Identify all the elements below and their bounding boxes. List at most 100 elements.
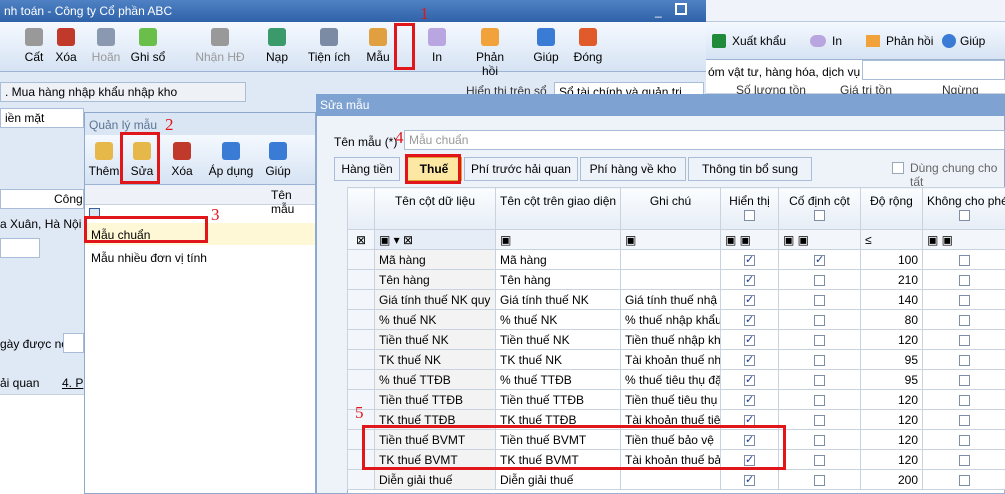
fixed-checkbox[interactable] <box>814 414 825 426</box>
fixed-checkbox[interactable] <box>814 334 825 346</box>
cell-visible[interactable] <box>720 289 779 310</box>
cell-disallow[interactable] <box>922 249 1005 270</box>
feedback-button[interactable]: Phản hồi <box>886 34 933 48</box>
table-row[interactable]: Tiền thuế NK Tiền thuế NK Tiền thuế nhập k… <box>347 329 1005 350</box>
table-row[interactable]: % thuế NK% thuế NK% thuế nhập khẩu80 <box>347 309 1005 330</box>
cell-disallow[interactable] <box>922 329 1005 350</box>
cell-visible[interactable] <box>720 309 779 330</box>
cell-disallow[interactable] <box>922 469 1005 490</box>
cell-fixed[interactable] <box>778 349 861 370</box>
cell-note[interactable] <box>620 269 721 290</box>
disallow-checkbox[interactable] <box>958 254 970 266</box>
table-row[interactable]: Mã hàngMã hàng 100 <box>347 249 1005 270</box>
load-button[interactable]: Nạp <box>255 26 299 70</box>
cell-ui-column[interactable]: Tiền thuế TTĐB <box>495 389 621 410</box>
cell-disallow[interactable] <box>922 349 1005 370</box>
delete-button[interactable]: Xóa <box>44 26 88 70</box>
table-row[interactable]: Tên hàngTên hàng 210 <box>347 269 1005 290</box>
cell-ui-column[interactable]: Mã hàng <box>495 249 621 270</box>
cell-fixed[interactable] <box>778 309 861 330</box>
undo-button[interactable]: Hoãn <box>84 26 128 70</box>
cell-disallow[interactable] <box>922 269 1005 290</box>
tab-customs[interactable]: ải quan <box>0 376 39 390</box>
cell-fixed[interactable] <box>778 389 861 410</box>
cell-visible[interactable] <box>720 329 779 350</box>
cell-ui-column[interactable]: % thuế NK <box>495 309 621 330</box>
cell-visible[interactable] <box>720 369 779 390</box>
visible-checkbox[interactable] <box>744 473 755 486</box>
table-row[interactable]: Diễn giải thuếDiễn giải thuế 200 <box>347 469 1005 490</box>
tab-pre-customs-fee[interactable]: Phí trước hải quan <box>464 157 578 181</box>
cell-width[interactable]: 120 <box>860 329 923 350</box>
filter-cell[interactable]: ≤ <box>860 229 923 250</box>
utilities-button[interactable]: Tiện ích <box>302 26 356 70</box>
cell-ui-column[interactable]: TK thuế NK <box>495 349 621 370</box>
fixed-checkbox[interactable] <box>814 374 825 386</box>
cell-width[interactable]: 120 <box>860 389 923 410</box>
visible-checkbox[interactable] <box>744 393 755 406</box>
cell-note[interactable]: Tiền thuế nhập kh <box>620 329 721 350</box>
filter-clear-icon[interactable]: ⊠ <box>347 229 375 250</box>
cell-fixed[interactable] <box>778 289 861 310</box>
cell-disallow[interactable] <box>922 429 1005 450</box>
tab-extra-info[interactable]: Thông tin bổ sung <box>688 157 812 181</box>
fixed-checkbox[interactable] <box>814 354 825 366</box>
cell-visible[interactable] <box>720 469 779 490</box>
feedback-button[interactable]: Phản hồi <box>468 26 512 78</box>
export-button[interactable]: Xuất khẩu <box>732 34 786 48</box>
visible-all-checkbox[interactable] <box>744 210 755 222</box>
cell-data-column[interactable]: % thuế NK <box>374 309 496 330</box>
cell-fixed[interactable] <box>778 469 861 490</box>
cell-fixed[interactable] <box>778 409 861 430</box>
print-button[interactable]: In <box>415 26 459 70</box>
disallow-checkbox[interactable] <box>958 414 970 426</box>
print-button[interactable]: In <box>832 34 842 48</box>
cell-data-column[interactable]: % thuế TTĐB <box>374 369 496 390</box>
company-field[interactable]: Công <box>50 189 84 209</box>
visible-checkbox[interactable] <box>744 313 755 326</box>
tab-money[interactable]: Hàng tiền <box>334 157 400 181</box>
maximize-icon[interactable] <box>675 3 687 15</box>
cell-ui-column[interactable]: Diễn giải thuế <box>495 469 621 490</box>
tab-four[interactable]: 4. P <box>62 376 83 390</box>
cell-width[interactable]: 100 <box>860 249 923 270</box>
cell-data-column[interactable]: TK thuế NK <box>374 349 496 370</box>
cell-fixed[interactable] <box>778 269 861 290</box>
due-field[interactable] <box>63 333 84 353</box>
cell-ui-column[interactable]: % thuế TTĐB <box>495 369 621 390</box>
manager-add-button[interactable]: Thêm <box>84 140 124 184</box>
fixed-checkbox[interactable] <box>814 474 825 486</box>
cell-note[interactable]: % thuế nhập khẩu <box>620 309 721 330</box>
cell-note[interactable]: Tiền thuế tiêu thụ <box>620 389 721 410</box>
table-row[interactable]: Tiền thuế TTĐB Tiền thuế TTĐB Tiền thuế ti… <box>347 389 1005 410</box>
cell-width[interactable]: 140 <box>860 289 923 310</box>
cell-note[interactable]: % thuế tiêu thụ đặ <box>620 369 721 390</box>
filter-cell[interactable]: ▣ <box>620 229 721 250</box>
post-button[interactable]: Ghi sổ <box>126 26 170 70</box>
cell-disallow[interactable] <box>922 389 1005 410</box>
cell-width[interactable]: 120 <box>860 409 923 430</box>
extra-field[interactable] <box>0 238 40 258</box>
receive-invoice-button[interactable]: Nhận HĐ <box>190 26 250 70</box>
visible-checkbox[interactable] <box>744 353 755 366</box>
disallow-checkbox[interactable] <box>958 274 970 286</box>
cell-note[interactable] <box>620 249 721 270</box>
fixed-checkbox[interactable] <box>814 394 825 406</box>
cell-width[interactable]: 120 <box>860 429 923 450</box>
table-row[interactable]: Giá tính thuế NK quy Giá tính thuế NK Giá … <box>347 289 1005 310</box>
cell-data-column[interactable]: Tiền thuế TTĐB <box>374 389 496 410</box>
cell-note[interactable]: Giá tính thuế nhậ <box>620 289 721 310</box>
visible-checkbox[interactable] <box>744 273 755 286</box>
disallow-all-checkbox[interactable] <box>958 210 970 222</box>
help-button[interactable]: Giúp <box>524 26 568 70</box>
cell-visible[interactable] <box>720 349 779 370</box>
cell-width[interactable]: 120 <box>860 449 923 470</box>
cell-data-column[interactable]: Giá tính thuế NK quy <box>374 289 496 310</box>
cell-width[interactable]: 95 <box>860 349 923 370</box>
close-button[interactable]: Đóng <box>566 26 610 70</box>
table-row[interactable]: TK thuế NKTK thuế NKTài khoản thuế nh95 <box>347 349 1005 370</box>
filter-cell[interactable]: ▣ <box>495 229 621 250</box>
payment-field[interactable]: iền mặt <box>0 108 84 128</box>
filter-cell[interactable]: ▣ ▣ <box>720 229 779 250</box>
cell-data-column[interactable]: Tiền thuế NK <box>374 329 496 350</box>
